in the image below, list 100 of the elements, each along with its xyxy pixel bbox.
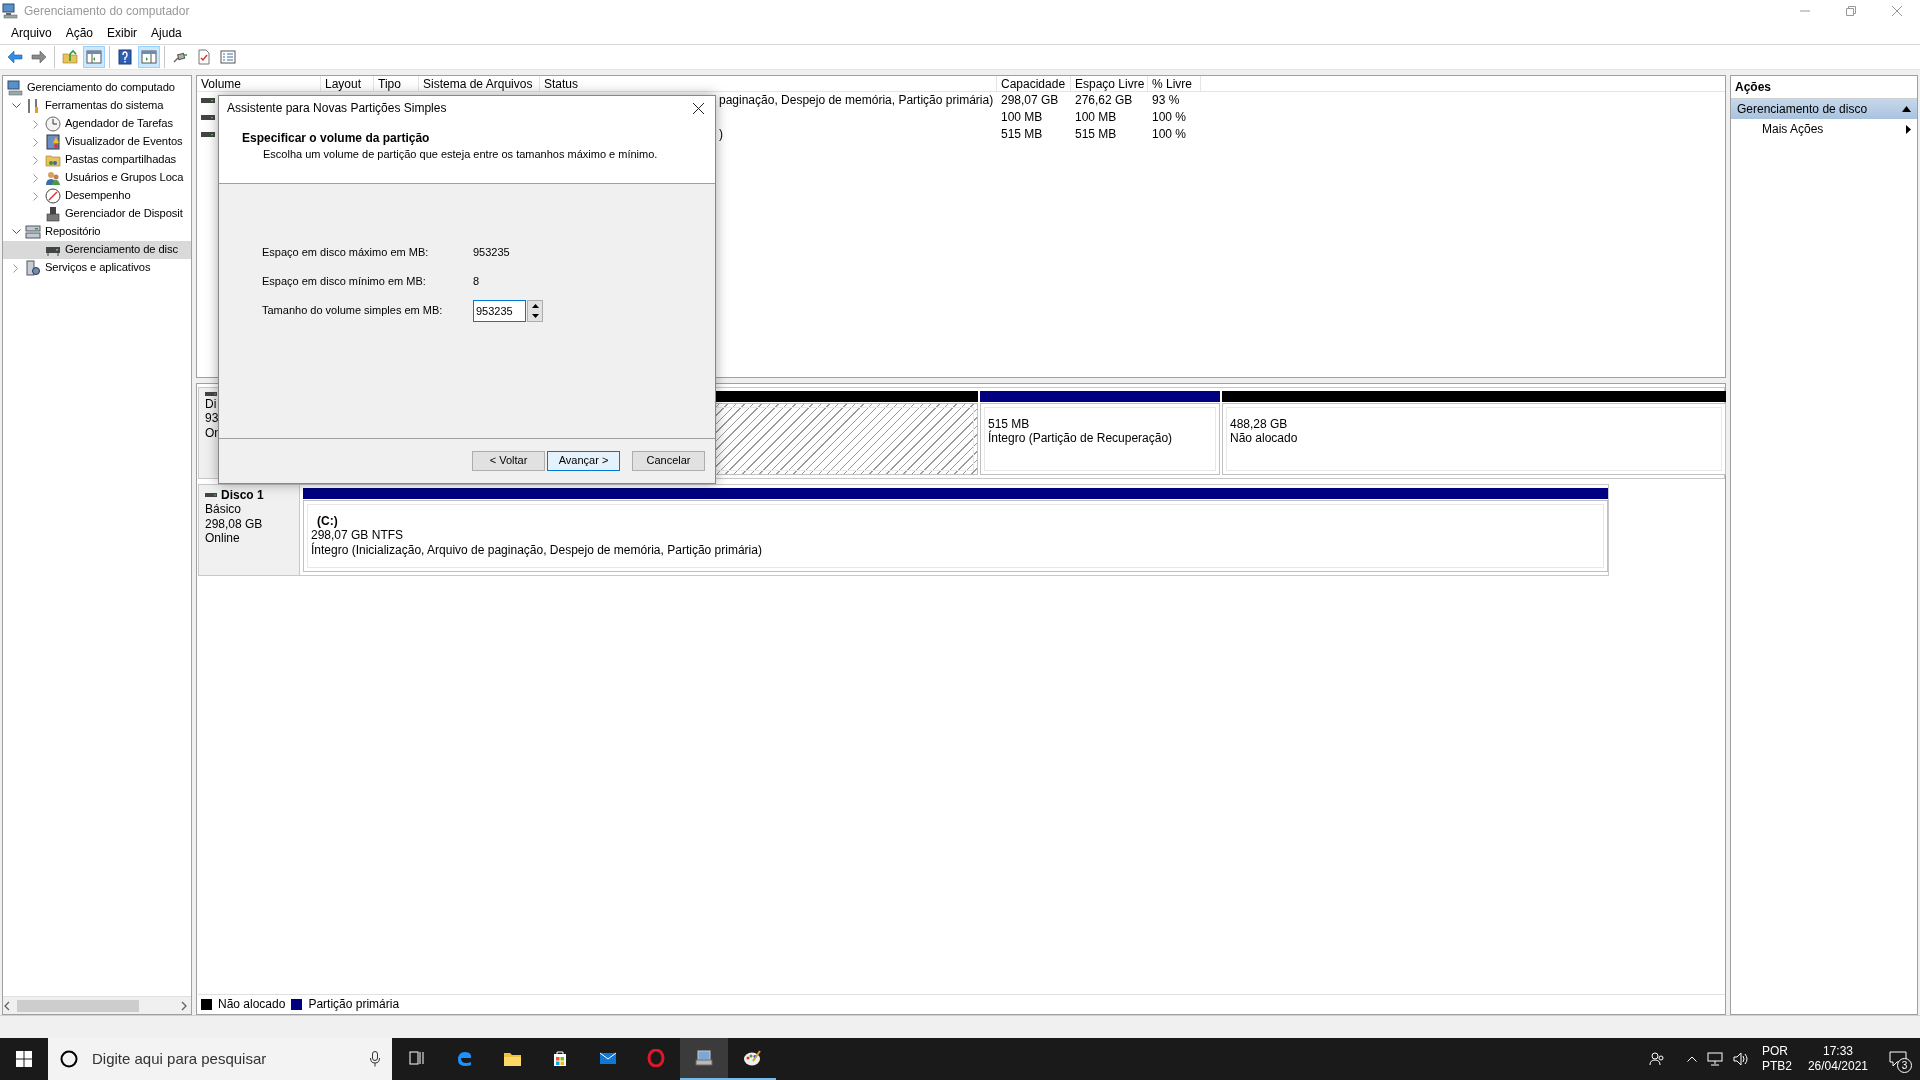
gauge-icon [45,188,61,204]
forward-arrow-icon [31,49,47,65]
computer-icon [2,3,18,19]
device-icon [45,206,61,222]
tree-item[interactable]: Gerenciamento de disc [3,241,191,259]
close-icon [692,103,704,114]
tree-item[interactable]: Repositório [3,223,191,241]
wizard-button[interactable]: Avançar > [547,451,620,471]
drive-icon [205,391,217,397]
chevron-right-icon[interactable] [33,155,39,165]
windows-logo-icon [16,1051,32,1067]
table-cell: 100 MB [1001,110,1043,125]
partition-info: 515 MB [988,417,1031,431]
drive-icon [201,113,215,122]
tree-item[interactable]: Gerenciador de Disposit [3,205,191,223]
services-icon [25,260,41,276]
tree-item[interactable]: Desempenho [3,187,191,205]
tree-item[interactable]: Agendador de Tarefas [3,115,191,133]
tree-item[interactable]: Visualizador de Eventos [3,133,191,151]
chevron-down-icon[interactable] [11,103,21,109]
field-label: Espaço em disco máximo em MB: [262,245,430,260]
toolbar-button[interactable] [138,46,160,68]
wizard-button[interactable]: < Voltar [472,451,545,471]
field-label: Espaço em disco mínimo em MB: [262,274,427,289]
legend-label: Não alocado [218,997,286,1012]
network-icon [1706,1052,1723,1066]
checklist-icon [196,49,212,65]
chevron-right-icon[interactable] [33,137,39,147]
table-cell: ) [719,127,723,142]
size-input[interactable]: 953235 [473,299,526,322]
partition-info: Íntegro (Partição de Recuperação) [988,431,1174,446]
toolbar-button[interactable] [83,46,105,68]
partition-info: 298,07 GB NTFS [311,528,405,543]
wizard-button[interactable]: Cancelar [632,451,705,471]
partition-info: 488,28 GB [1230,417,1289,432]
menu-item[interactable]: Arquivo [4,23,59,43]
clock-icon [45,116,61,132]
horizontal-scrollbar[interactable] [3,996,191,1014]
tree-item[interactable]: Serviços e aplicativos [3,259,191,277]
drive-monitor-icon [695,1049,713,1067]
spin-down-button[interactable] [528,310,542,321]
tree-item[interactable]: Ferramentas do sistema [3,97,191,115]
notification-count: 3 [1897,1058,1912,1073]
table-cell: 93 % [1152,93,1180,108]
drive-icon [201,130,215,139]
tree-pane-icon [86,49,102,65]
computer-icon [7,80,23,96]
tree-item[interactable]: Gerenciamento do computado [3,79,191,97]
table-cell: 515 MB [1075,127,1117,142]
table-cell: 100 % [1152,110,1187,125]
palette-icon [743,1049,761,1067]
folder-up-icon [62,49,78,65]
partition-info: Não alocado [1230,431,1299,446]
table-cell: paginação, Despejo de memória, Partição primária) [719,93,994,108]
chevron-down-icon[interactable] [11,229,21,235]
microphone-icon [370,1051,380,1067]
disk-info: Básico [205,502,243,517]
tree-item[interactable]: Pastas compartilhadas [3,151,191,169]
search-field[interactable]: Digite aqui para pesquisar [48,1038,392,1080]
notification-button[interactable]: 3 [1876,1038,1920,1080]
drive-icon [205,492,217,499]
field-value: 8 [473,274,480,289]
table-cell: 276,62 GB [1075,93,1133,108]
table-cell: 298,07 GB [1001,93,1059,108]
store-bag-icon [551,1049,569,1067]
window-title: Gerenciamento do computador [24,3,190,19]
submenu-arrow-icon [1906,124,1911,134]
action-pane-icon [141,49,157,65]
disk-info: 298,08 GB [205,516,264,532]
users-icon [45,170,61,186]
disk-name: Disco 1 [221,488,264,503]
table-cell: 100 % [1152,127,1187,142]
menu-item[interactable]: Exibir [100,23,145,43]
field-label: Tamanho do volume simples em MB: [262,303,444,318]
list-window-icon [220,49,236,65]
edge-browser-icon [455,1049,473,1067]
chevron-right-icon[interactable] [33,173,39,183]
search-input[interactable]: Digite aqui para pesquisar [90,1049,358,1069]
ring-icon [647,1049,665,1067]
language-button[interactable]: POR PTB2 [1753,1038,1800,1080]
menu-item[interactable]: Ação [58,23,101,43]
notification-icon [1889,1051,1907,1067]
table-cell: 100 MB [1075,110,1117,125]
actions-item[interactable]: Mais Ações [1731,119,1917,140]
disk-info: Online [205,531,241,546]
chevron-right-icon[interactable] [33,191,39,201]
down-triangle-icon [531,313,539,318]
close-icon [1892,6,1902,16]
event-log-icon [45,134,61,150]
tree-item[interactable]: Usuários e Grupos Loca [3,169,191,187]
chevron-right-icon[interactable] [13,263,19,273]
scrollbar-thumb[interactable] [17,999,139,1012]
spin-up-button[interactable] [528,300,542,311]
partition-name: (C:) [316,514,339,529]
wizard-heading: Especificar o volume da partição [242,131,431,146]
menu-item[interactable]: Ajuda [144,23,189,43]
actions-section-header[interactable]: Gerenciamento de disco [1731,99,1917,120]
chevron-right-icon[interactable] [33,119,39,129]
disk-info: Di [205,397,218,412]
clock-button[interactable]: 17:33 26/04/2021 [1799,1038,1876,1080]
